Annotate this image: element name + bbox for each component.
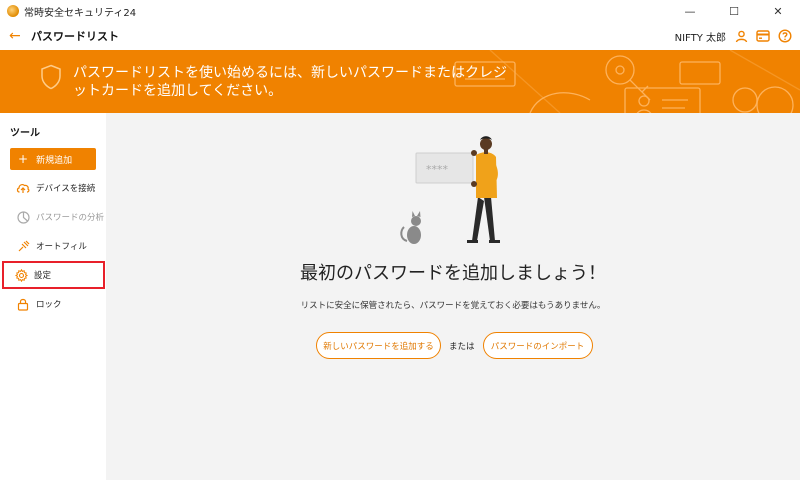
user-name: NIFTY 太郎: [674, 32, 726, 44]
sidebar-item-connect-device[interactable]: デバイスを接続: [4, 175, 104, 201]
header-actions: NIFTY 太郎: [675, 22, 792, 50]
sidebar-item-label: ロック: [36, 300, 62, 310]
card-icon[interactable]: [756, 29, 770, 43]
sidebar-item-label: オートフィル: [36, 242, 87, 252]
action-row: 新しいパスワードを追加する または パスワードのインポート: [316, 332, 593, 359]
person-with-card-illustration: ****: [400, 136, 500, 244]
cat-icon: [400, 211, 421, 244]
plus-icon: +: [18, 152, 29, 166]
title-bar: 常時安全セキュリティ24 — ☐ ✕: [0, 0, 800, 22]
sidebar-item-label: 設定: [34, 271, 52, 281]
empty-state-heading: 最初のパスワードを追加しましょう！: [300, 263, 606, 284]
sidebar-item-lock[interactable]: ロック: [4, 291, 104, 317]
minimize-button[interactable]: —: [668, 0, 712, 22]
page-title: パスワードリスト: [31, 30, 119, 43]
banner-message: パスワードリストを使い始めるには、新しいパスワードまたはクレジットカードを追加し…: [73, 65, 507, 99]
close-button[interactable]: ✕: [756, 0, 800, 22]
sidebar-item-settings[interactable]: 設定: [2, 261, 105, 289]
back-arrow-icon[interactable]: ←: [9, 29, 23, 43]
maximize-button[interactable]: ☐: [712, 0, 756, 22]
window-controls: — ☐ ✕: [668, 0, 800, 22]
card-mask: ****: [426, 163, 449, 176]
sidebar-item-autofill[interactable]: オートフィル: [4, 233, 104, 259]
lock-icon: [16, 297, 30, 311]
cloud-upload-icon: [16, 181, 30, 195]
app-title: 常時安全セキュリティ24: [24, 7, 137, 19]
gear-icon: [14, 268, 28, 282]
pie-chart-icon: [16, 210, 30, 224]
sidebar: ツール + 新規追加 デバイスを接続 パスワードの分析 オートフィル 設定 ロッ…: [0, 113, 106, 480]
sidebar-heading: ツール: [10, 128, 40, 139]
import-passwords-button[interactable]: パスワードのインポート: [482, 332, 593, 359]
info-banner: パスワードリストを使い始めるには、新しいパスワードまたはクレジットカードを追加し…: [0, 50, 800, 113]
add-new-password-button[interactable]: 新しいパスワードを追加する: [316, 332, 441, 359]
sidebar-item-label: パスワードの分析: [36, 213, 105, 223]
app-logo-icon: [7, 5, 19, 17]
app-header: ← パスワードリスト NIFTY 太郎: [0, 22, 800, 50]
sidebar-item-password-analysis[interactable]: パスワードの分析: [4, 204, 104, 230]
or-text: または: [449, 341, 475, 352]
user-icon[interactable]: [734, 29, 748, 43]
add-new-label: 新規追加: [36, 155, 73, 166]
empty-state-subtext: リストに安全に保管されたら、パスワードを覚えておく必要はもうありません。: [300, 301, 606, 311]
shield-icon: [41, 64, 61, 90]
help-icon[interactable]: [778, 29, 792, 43]
sidebar-item-label: デバイスを接続: [36, 184, 96, 194]
add-new-button[interactable]: + 新規追加: [10, 148, 96, 170]
main-content: **** 最初のパスワードを追加しましょう！ リストに安全に保管されたら、パスワ…: [106, 113, 800, 480]
autofill-icon: [16, 239, 30, 253]
